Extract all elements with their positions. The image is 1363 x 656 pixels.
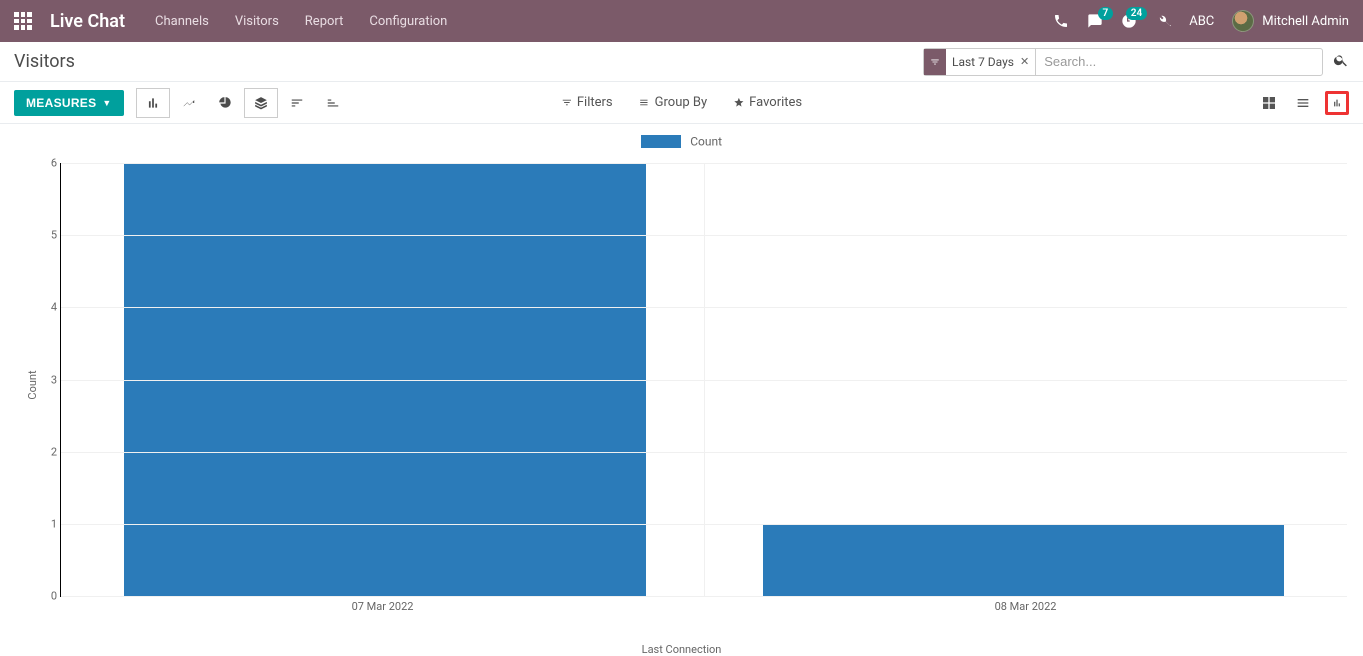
avatar [1232, 10, 1254, 32]
y-tick: 4 [51, 301, 57, 314]
y-tick: 3 [51, 373, 57, 386]
legend-swatch [641, 135, 681, 148]
controls-row: MEASURES ▼ Filters Group By [0, 82, 1363, 124]
breadcrumb-row: Visitors Last 7 Days ✕ [0, 42, 1363, 82]
search-area[interactable]: Last 7 Days ✕ [923, 48, 1323, 76]
user-name: Mitchell Admin [1262, 14, 1349, 29]
groupby-label: Group By [655, 95, 708, 110]
filter-icon [924, 49, 946, 75]
nav-menu-visitors[interactable]: Visitors [235, 14, 279, 29]
gridline [61, 235, 1347, 236]
facet-label: Last 7 Days [946, 55, 1020, 69]
activities-badge: 24 [1126, 7, 1147, 20]
messages-icon[interactable]: 7 [1087, 13, 1103, 29]
chart-bar[interactable] [763, 524, 1285, 596]
chart-legend: Count [10, 134, 1353, 149]
user-menu[interactable]: Mitchell Admin [1232, 10, 1349, 32]
activities-icon[interactable]: 24 [1121, 13, 1137, 29]
navbar-right: 7 24 ABC Mitchell Admin [1053, 10, 1349, 32]
y-tick: 0 [51, 590, 57, 603]
bar-chart-button[interactable] [136, 88, 170, 118]
y-tick: 2 [51, 445, 57, 458]
x-axis-title: Last Connection [10, 643, 1353, 656]
measures-button[interactable]: MEASURES ▼ [14, 90, 124, 116]
messages-badge: 7 [1098, 7, 1114, 20]
search-input[interactable] [1036, 49, 1316, 75]
filters-dropdown[interactable]: Filters [561, 95, 613, 110]
y-tick: 6 [51, 157, 57, 170]
groupby-dropdown[interactable]: Group By [639, 95, 708, 110]
nav-menu-configuration[interactable]: Configuration [369, 14, 447, 29]
search-icon[interactable] [1333, 52, 1349, 72]
x-tick: 08 Mar 2022 [995, 600, 1057, 613]
gridline [61, 163, 1347, 164]
plot-area: Count 012345607 Mar 202208 Mar 2022 [42, 155, 1347, 615]
tools-icon[interactable] [1155, 13, 1171, 29]
app-brand[interactable]: Live Chat [50, 11, 125, 32]
x-tick: 07 Mar 2022 [352, 600, 414, 613]
stacked-button[interactable] [244, 88, 278, 118]
sort-desc-button[interactable] [280, 88, 314, 118]
nav-menu-channels[interactable]: Channels [155, 14, 209, 29]
center-controls: Filters Group By Favorites [561, 95, 802, 110]
legend-label: Count [690, 135, 722, 149]
facet-remove[interactable]: ✕ [1020, 55, 1035, 68]
pie-chart-button[interactable] [208, 88, 242, 118]
filters-label: Filters [577, 95, 613, 110]
y-tick: 5 [51, 229, 57, 242]
phone-icon[interactable] [1053, 13, 1069, 29]
nav-menu: Channels Visitors Report Configuration [155, 14, 447, 29]
chart-toolbar [136, 88, 352, 118]
list-view-button[interactable] [1291, 91, 1315, 115]
graph-view-button[interactable] [1325, 91, 1349, 115]
search-facet: Last 7 Days ✕ [924, 49, 1036, 75]
y-tick: 1 [51, 517, 57, 530]
sort-asc-button[interactable] [316, 88, 350, 118]
favorites-label: Favorites [749, 95, 802, 110]
y-axis-title: Count [26, 370, 39, 399]
gridline [61, 380, 1347, 381]
chart-container: Count Count 0 1 2 3 4 5 6 07 Mar 2022 08 Mar 202… [0, 124, 1363, 653]
view-switcher [1257, 91, 1349, 115]
kanban-view-button[interactable] [1257, 91, 1281, 115]
gridline [61, 596, 1347, 597]
line-chart-button[interactable] [172, 88, 206, 118]
gridline [61, 524, 1347, 525]
gridline [61, 452, 1347, 453]
company-switcher[interactable]: ABC [1189, 14, 1214, 29]
top-navbar: Live Chat Channels Visitors Report Confi… [0, 0, 1363, 42]
page-title: Visitors [14, 51, 75, 72]
apps-icon[interactable] [14, 12, 32, 30]
navbar-left: Live Chat Channels Visitors Report Confi… [14, 11, 447, 32]
favorites-dropdown[interactable]: Favorites [733, 95, 802, 110]
nav-menu-report[interactable]: Report [305, 14, 344, 29]
measures-label: MEASURES [26, 96, 96, 110]
gridline [61, 307, 1347, 308]
chevron-down-icon: ▼ [102, 98, 111, 108]
